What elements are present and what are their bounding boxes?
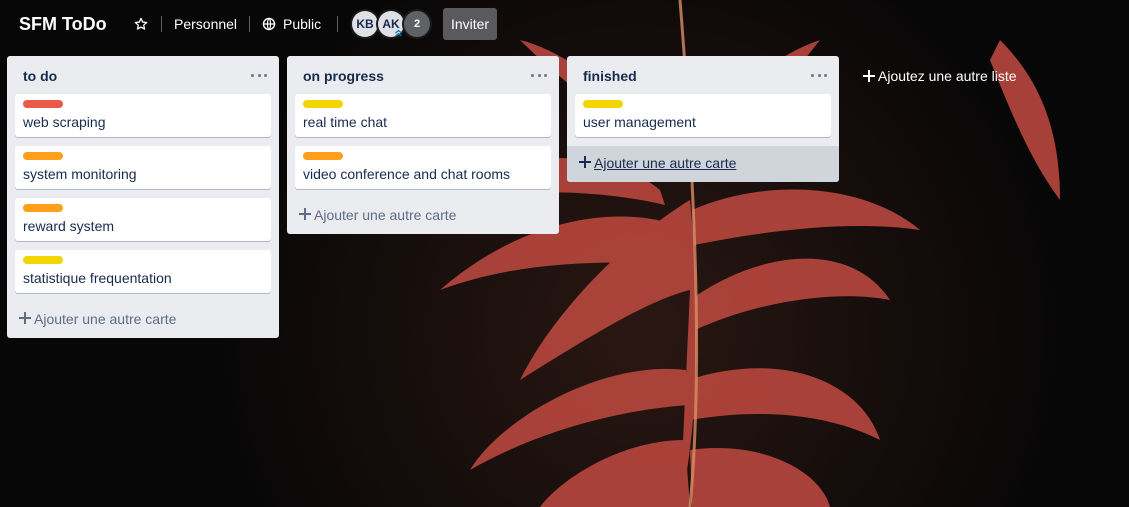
card-title: web scraping <box>23 114 106 130</box>
card-title: real time chat <box>303 114 388 130</box>
plus-icon <box>299 208 311 220</box>
list-finished: finished user management Ajouter une aut… <box>567 56 839 182</box>
star-icon <box>134 17 148 30</box>
invite-button[interactable]: Inviter <box>443 8 497 40</box>
add-card-button[interactable]: Ajouter une autre carte <box>567 146 839 182</box>
dot-icon <box>537 73 541 77</box>
visibility-button[interactable]: Public <box>262 12 321 36</box>
card-label <box>23 256 63 264</box>
add-card-label: Ajouter une autre carte <box>594 155 737 171</box>
card[interactable]: reward system <box>15 198 271 241</box>
list-on-progress: on progress real time chat video confere… <box>287 56 559 234</box>
board-header: SFM ToDo Personnel Public KB AK 2 Invite… <box>0 0 1129 48</box>
dot-icon <box>251 73 254 77</box>
globe-icon <box>262 17 276 31</box>
card-label <box>23 204 63 212</box>
add-card-label: Ajouter une autre carte <box>34 311 177 327</box>
header-divider <box>249 16 250 32</box>
add-card-label: Ajouter une autre carte <box>314 207 457 223</box>
list-menu-button[interactable] <box>531 70 547 80</box>
add-list-label: Ajoutez une autre liste <box>878 68 1017 84</box>
team-button[interactable]: Personnel <box>174 12 237 36</box>
card-title: video conference and chat rooms <box>303 166 511 182</box>
card-label <box>23 152 63 160</box>
card-label <box>23 100 63 108</box>
dot-icon <box>817 73 821 77</box>
dot-icon <box>824 73 827 77</box>
plus-icon <box>863 70 875 82</box>
card[interactable]: video conference and chat rooms <box>295 146 551 189</box>
card-label <box>303 152 343 160</box>
list-to-do: to do web scraping system monitoring rew… <box>7 56 279 338</box>
header-divider <box>337 16 338 32</box>
dot-icon <box>257 73 261 77</box>
card[interactable]: web scraping <box>15 94 271 137</box>
card[interactable]: real time chat <box>295 94 551 137</box>
visibility-label: Public <box>283 16 322 32</box>
list-title[interactable]: to do <box>23 68 57 84</box>
plus-icon <box>579 156 591 168</box>
dot-icon <box>531 73 534 77</box>
admin-chevron-icon <box>395 29 402 37</box>
plus-icon <box>19 312 31 324</box>
card-label <box>303 100 343 108</box>
board-title[interactable]: SFM ToDo <box>19 12 107 36</box>
card[interactable]: user management <box>575 94 831 137</box>
card[interactable]: statistique frequentation <box>15 250 271 293</box>
more-members-count[interactable]: 2 <box>404 11 430 37</box>
dot-icon <box>544 73 547 77</box>
member-avatar[interactable]: KB <box>352 11 378 37</box>
card-title: user management <box>583 114 696 130</box>
add-card-button[interactable]: Ajouter une autre carte <box>7 302 279 337</box>
card-title: reward system <box>23 218 115 234</box>
card[interactable]: system monitoring <box>15 146 271 189</box>
list-title[interactable]: finished <box>583 68 637 84</box>
card-label <box>583 100 623 108</box>
list-menu-button[interactable] <box>251 70 267 80</box>
header-divider <box>161 16 162 32</box>
dot-icon <box>811 73 814 77</box>
star-board-button[interactable] <box>132 12 150 36</box>
list-title[interactable]: on progress <box>303 68 384 84</box>
list-menu-button[interactable] <box>811 70 827 80</box>
card-title: statistique frequentation <box>23 270 172 286</box>
dot-icon <box>264 73 267 77</box>
add-card-button[interactable]: Ajouter une autre carte <box>287 198 559 233</box>
card-title: system monitoring <box>23 166 137 182</box>
